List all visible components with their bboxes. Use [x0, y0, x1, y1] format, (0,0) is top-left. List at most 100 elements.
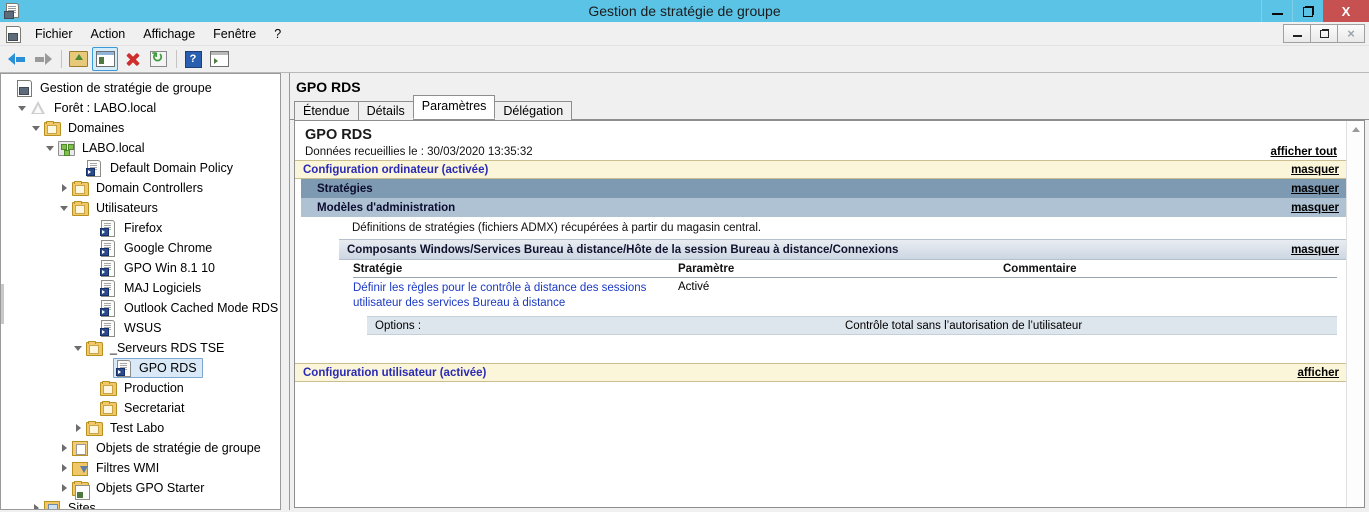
- tree-item-labo-local[interactable]: LABO.local: [1, 138, 280, 158]
- tree-item-content: Domain Controllers: [71, 179, 206, 197]
- close-button[interactable]: X: [1323, 0, 1369, 22]
- policies-toggle[interactable]: masquer: [1291, 183, 1339, 195]
- tree-item-domain-controllers[interactable]: Domain Controllers: [1, 178, 280, 198]
- tree-item-label: Firefox: [124, 221, 163, 235]
- report-scrollbar[interactable]: [1346, 121, 1364, 507]
- starter-gpo-icon: [71, 479, 90, 500]
- tab-tendue[interactable]: Étendue: [294, 101, 359, 121]
- gpo-icon: [115, 359, 133, 377]
- column-header-setting: Paramètre: [678, 263, 735, 275]
- tree-item-label: MAJ Logiciels: [124, 281, 202, 295]
- tree-item-sites[interactable]: Sites: [1, 498, 280, 509]
- chevron-right-icon[interactable]: [71, 418, 85, 438]
- show-all-link[interactable]: afficher tout: [1271, 146, 1337, 158]
- tab-d-l-gation[interactable]: Délégation: [494, 101, 573, 121]
- column-header-policy: Stratégie: [353, 263, 403, 275]
- tree-item-content: Firefox: [99, 219, 165, 237]
- tree-item-secretariat[interactable]: Secretariat: [1, 398, 280, 418]
- tree-item-content: Test Labo: [85, 419, 167, 437]
- mdi-minimize-button[interactable]: [1284, 25, 1311, 42]
- console-tree-icon: [95, 51, 115, 67]
- tree-item-google-chrome[interactable]: Google Chrome: [1, 238, 280, 258]
- gpo-icon: [99, 259, 117, 277]
- ou-folder-icon: [99, 399, 117, 417]
- chevron-right-icon[interactable]: [29, 498, 43, 509]
- scroll-up-arrow-icon[interactable]: [1347, 121, 1364, 138]
- computer-configuration-toggle[interactable]: masquer: [1291, 164, 1339, 176]
- mdi-restore-button[interactable]: [1311, 25, 1338, 42]
- tree-item-label: Utilisateurs: [96, 201, 158, 215]
- tree-no-expander: [85, 318, 99, 338]
- tab-d-tails[interactable]: Détails: [357, 101, 414, 121]
- tree-item-serveurs-rds-tse[interactable]: _Serveurs RDS TSE: [1, 338, 280, 358]
- up-one-level-button[interactable]: [66, 48, 90, 70]
- tree-item-utilisateurs[interactable]: Utilisateurs: [1, 198, 280, 218]
- minimize-button[interactable]: [1261, 0, 1292, 22]
- tree-item-objets-de-strat-gie-de-groupe[interactable]: Objets de stratégie de groupe: [1, 438, 280, 458]
- chevron-right-icon[interactable]: [57, 478, 71, 498]
- tree-item-filtres-wmi[interactable]: Filtres WMI: [1, 458, 280, 478]
- show-hide-action-pane-button[interactable]: [207, 48, 231, 70]
- chevron-down-icon[interactable]: [57, 198, 71, 218]
- back-button[interactable]: [5, 48, 29, 70]
- show-hide-console-tree-button[interactable]: [92, 47, 118, 71]
- chevron-down-icon[interactable]: [29, 118, 43, 138]
- chevron-right-icon[interactable]: [57, 178, 71, 198]
- tree-item-label: GPO RDS: [139, 361, 197, 375]
- help-button[interactable]: ?: [181, 48, 205, 70]
- gpo-icon: [99, 319, 117, 337]
- main-content: Gestion de stratégie de groupe Forêt : LA…: [0, 73, 1369, 510]
- tree-item-production[interactable]: Production: [1, 378, 280, 398]
- tree-item-domaines[interactable]: Domaines: [1, 118, 280, 138]
- mdi-close-button[interactable]: ×: [1338, 25, 1364, 42]
- toolbar-separator: [61, 50, 62, 68]
- tree-item-objets-gpo-starter[interactable]: Objets GPO Starter: [1, 478, 280, 500]
- tree-item-label: Objets de stratégie de groupe: [96, 441, 261, 455]
- user-configuration-toggle[interactable]: afficher: [1297, 367, 1339, 379]
- tree-item-content: Forêt : LABO.local: [29, 99, 159, 117]
- tree-item-default-domain-policy[interactable]: Default Domain Policy: [1, 158, 280, 178]
- menu-action[interactable]: Action: [82, 24, 135, 44]
- policy-path-toggle[interactable]: masquer: [1291, 244, 1339, 256]
- policies-label: Stratégies: [317, 182, 373, 195]
- ou-folder-icon: [71, 179, 89, 197]
- tree-item-outlook-cached-mode-rds[interactable]: Outlook Cached Mode RDS: [1, 298, 280, 318]
- chevron-right-icon[interactable]: [57, 438, 71, 458]
- restore-button[interactable]: [1292, 0, 1323, 22]
- menu-fenetre[interactable]: Fenêtre: [204, 24, 265, 44]
- tree-item-gestion-de-strat-gie-de-groupe[interactable]: Gestion de stratégie de groupe: [1, 78, 280, 98]
- menu-fichier[interactable]: Fichier: [26, 24, 82, 44]
- chevron-down-icon[interactable]: [15, 98, 29, 118]
- tree-item-gpo-rds[interactable]: GPO RDS: [1, 358, 280, 378]
- menu-help[interactable]: ?: [265, 24, 290, 44]
- chevron-down-icon[interactable]: [43, 138, 57, 158]
- tree-item-label: Domaines: [68, 121, 125, 135]
- tree-item-firefox[interactable]: Firefox: [1, 218, 280, 238]
- tree-scrollbar[interactable]: [1, 284, 4, 324]
- policy-name-link[interactable]: Définir les règles pour le contrôle à di…: [353, 281, 678, 311]
- tree-item-test-labo[interactable]: Test Labo: [1, 418, 280, 438]
- tree-no-expander: [85, 398, 99, 418]
- forest-icon: [29, 99, 47, 117]
- menu-affichage[interactable]: Affichage: [134, 24, 204, 44]
- admin-templates-label: Modèles d'administration: [317, 201, 456, 214]
- chevron-down-icon[interactable]: [71, 338, 85, 358]
- tree-item-maj-logiciels[interactable]: MAJ Logiciels: [1, 278, 280, 298]
- tab-strip: Étendue Détails Paramètres Délégation: [290, 95, 1369, 121]
- window-controls: X: [1261, 0, 1369, 22]
- toolbar: ?: [0, 46, 1369, 73]
- delete-button[interactable]: [120, 48, 144, 70]
- chevron-right-icon[interactable]: [57, 458, 71, 478]
- tree-item-wsus[interactable]: WSUS: [1, 318, 280, 338]
- refresh-button[interactable]: [146, 48, 170, 70]
- forward-arrow-icon: [34, 52, 52, 66]
- forward-button[interactable]: [31, 48, 55, 70]
- tree-item-for-t-labo-local[interactable]: Forêt : LABO.local: [1, 98, 280, 118]
- admin-templates-toggle[interactable]: masquer: [1291, 202, 1339, 214]
- domain-icon: [57, 139, 75, 157]
- report-spacer: [295, 335, 1347, 355]
- pane-splitter[interactable]: [280, 73, 290, 510]
- tree-item-gpo-win-8-1-10[interactable]: GPO Win 8.1 10: [1, 258, 280, 278]
- domains-icon: [43, 119, 61, 137]
- tab-param-tres[interactable]: Paramètres: [412, 95, 496, 119]
